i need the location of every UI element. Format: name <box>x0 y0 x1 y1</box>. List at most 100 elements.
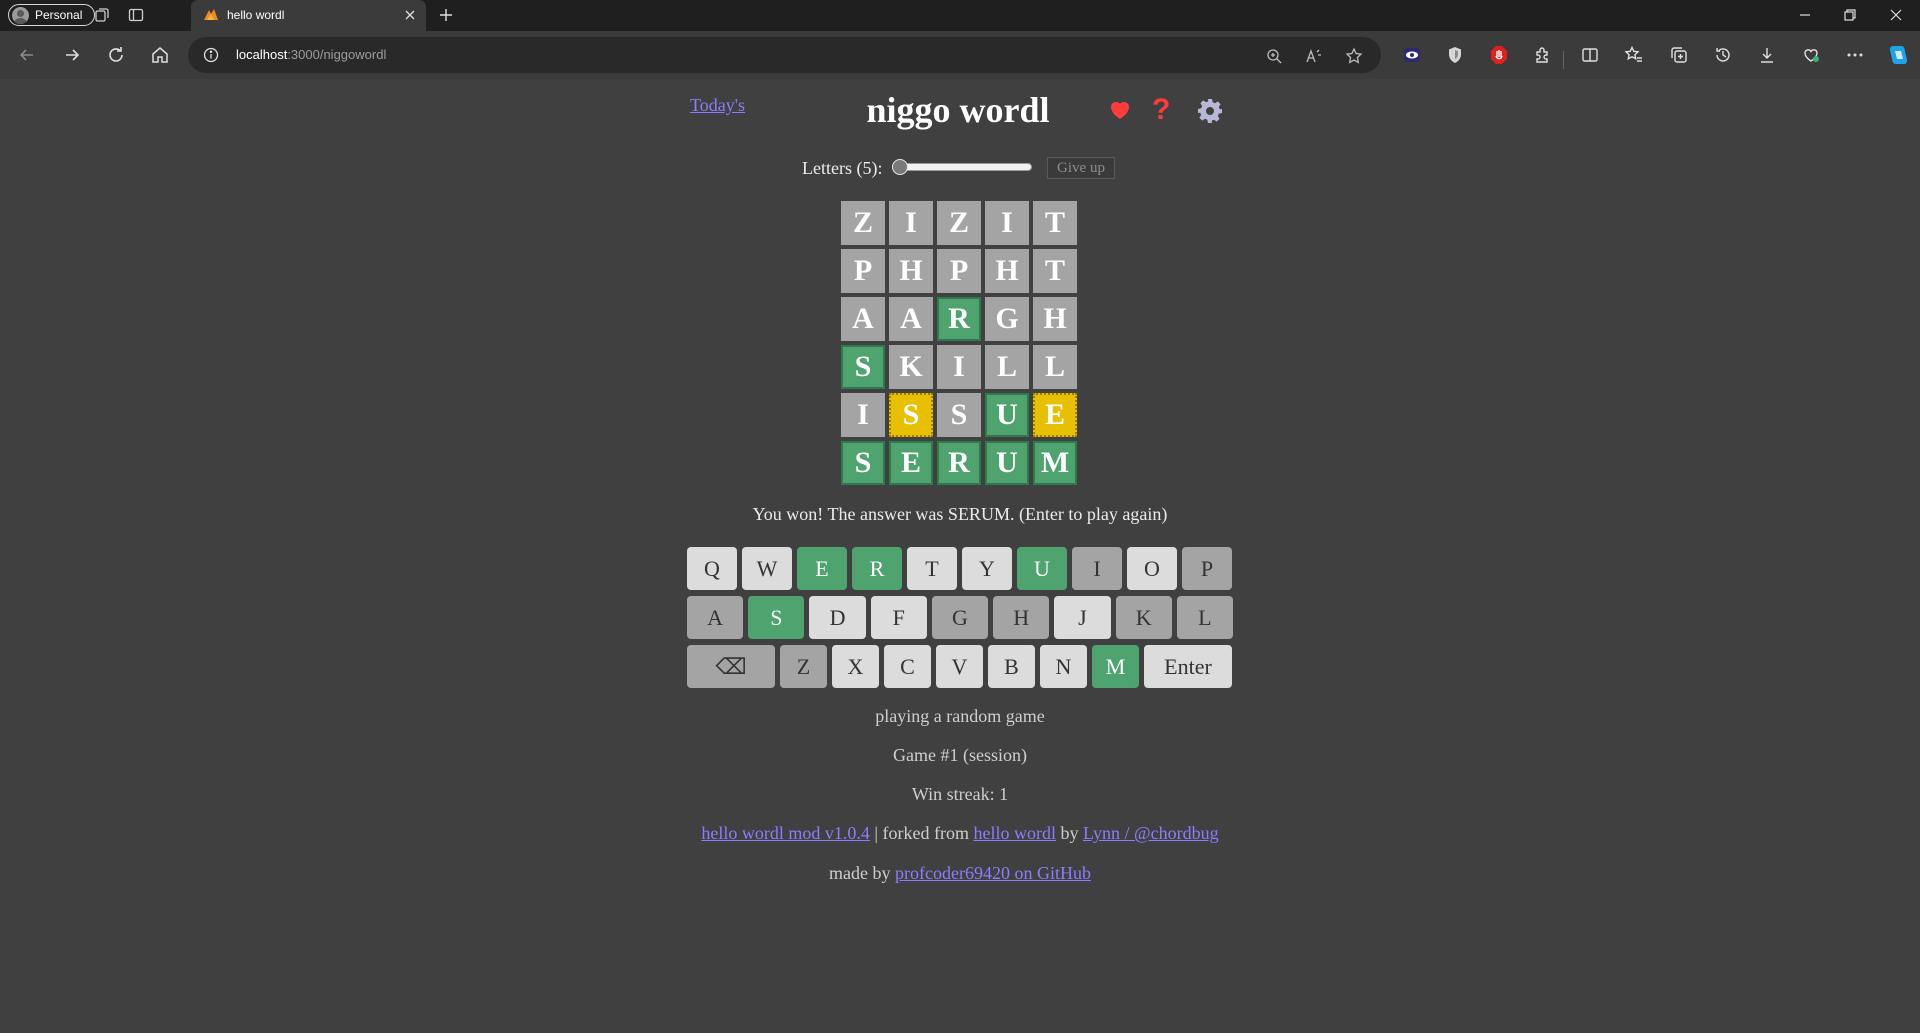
board-tile-correct: R <box>937 297 981 341</box>
github-link[interactable]: profcoder69420 on GitHub <box>895 863 1091 883</box>
give-up-button[interactable]: Give up <box>1047 157 1115 179</box>
zoom-icon[interactable] <box>1265 47 1283 65</box>
key-y[interactable]: Y <box>962 547 1012 590</box>
key-c[interactable]: C <box>884 645 931 688</box>
board-row: ZIZIT <box>841 201 1081 245</box>
key-j[interactable]: J <box>1054 596 1111 639</box>
board-tile-correct: U <box>985 441 1029 485</box>
todays-game-link[interactable]: Today's <box>690 95 745 116</box>
forward-icon[interactable] <box>62 45 82 65</box>
address-bar[interactable]: localhost:3000/niggowordl <box>188 37 1381 73</box>
key-r[interactable]: R <box>852 547 902 590</box>
by-text: by <box>1056 823 1083 843</box>
board-tile-absent: H <box>1033 297 1077 341</box>
letters-control: Letters (5): <box>802 156 1033 180</box>
adblock-extension-icon[interactable] <box>1489 45 1509 65</box>
key-a[interactable]: A <box>687 596 744 639</box>
help-icon[interactable]: ? <box>1152 95 1176 125</box>
board-tile-absent: I <box>841 393 885 437</box>
key-h[interactable]: H <box>993 596 1050 639</box>
board-tile-absent: T <box>1033 201 1077 245</box>
key-w[interactable]: W <box>742 547 792 590</box>
board-row: AARGH <box>841 297 1081 341</box>
key-u[interactable]: U <box>1017 547 1067 590</box>
url-text[interactable]: localhost:3000/niggowordl <box>236 47 386 62</box>
key-f[interactable]: F <box>870 596 927 639</box>
mod-version-link[interactable]: hello wordl mod v1.0.4 <box>701 823 870 843</box>
close-window-icon[interactable] <box>1889 8 1903 22</box>
backspace-key[interactable]: ⌫ <box>687 645 775 688</box>
home-icon[interactable] <box>150 45 170 65</box>
key-e[interactable]: E <box>797 547 847 590</box>
workspaces-icon[interactable] <box>94 7 110 23</box>
minimize-icon[interactable] <box>1798 8 1812 22</box>
game-title: niggo wordl <box>866 90 1050 130</box>
result-message: You won! The answer was SERUM. (Enter to… <box>752 504 1168 524</box>
eye-extension-icon[interactable] <box>1402 45 1422 65</box>
forked-from-text: | forked from <box>869 823 974 843</box>
favorites-icon[interactable] <box>1624 45 1644 65</box>
slider-thumb[interactable] <box>892 159 909 175</box>
key-i[interactable]: I <box>1072 547 1122 590</box>
slider-track <box>892 163 1033 171</box>
board-tile-correct: S <box>841 345 885 389</box>
browser-toolbar: localhost:3000/niggowordl <box>0 31 1920 79</box>
board-tile-absent: K <box>889 345 933 389</box>
made-by-line: made by profcoder69420 on GitHub <box>620 863 1300 884</box>
key-q[interactable]: Q <box>687 547 737 590</box>
key-z[interactable]: Z <box>780 645 827 688</box>
browser-tab-bar: Personal hello wordl <box>0 0 1920 31</box>
game-board: ZIZITPHPHTAARGHSKILLISSUESERUM <box>841 201 1081 489</box>
key-t[interactable]: T <box>907 547 957 590</box>
extensions-puzzle-icon[interactable] <box>1533 45 1553 65</box>
split-screen-icon[interactable] <box>1580 45 1600 65</box>
keyboard-row: ⌫ Z X C V B N M Enter <box>687 645 1233 688</box>
key-s[interactable]: S <box>748 596 805 639</box>
close-tab-icon[interactable] <box>402 7 418 23</box>
more-options-icon[interactable] <box>1845 45 1865 65</box>
enter-key[interactable]: Enter <box>1144 645 1232 688</box>
browser-essentials-icon[interactable] <box>1801 45 1821 65</box>
author-link[interactable]: Lynn / @chordbug <box>1083 823 1219 843</box>
back-icon[interactable] <box>17 45 37 65</box>
collections-icon[interactable] <box>1669 45 1689 65</box>
key-o[interactable]: O <box>1127 547 1177 590</box>
history-icon[interactable] <box>1713 45 1733 65</box>
board-tile-absent: L <box>1033 345 1077 389</box>
key-g[interactable]: G <box>931 596 989 639</box>
copilot-icon[interactable] <box>1886 43 1910 67</box>
downloads-icon[interactable] <box>1757 45 1777 65</box>
key-m[interactable]: M <box>1092 645 1139 688</box>
key-d[interactable]: D <box>809 596 866 639</box>
hello-wordl-link[interactable]: hello wordl <box>974 823 1057 843</box>
profile-button[interactable]: Personal <box>8 4 96 26</box>
tab-title: hello wordl <box>227 8 285 22</box>
board-row: ISSUE <box>841 393 1081 437</box>
credits-line: hello wordl mod v1.0.4 | forked from hel… <box>620 823 1300 844</box>
new-tab-icon[interactable] <box>438 7 454 23</box>
favorite-star-icon[interactable] <box>1345 47 1363 65</box>
key-v[interactable]: V <box>936 645 983 688</box>
toolbar-separator <box>1563 51 1564 69</box>
settings-gear-icon[interactable] <box>1196 97 1224 125</box>
key-l[interactable]: L <box>1176 596 1233 639</box>
key-b[interactable]: B <box>988 645 1035 688</box>
board-tile-absent: A <box>889 297 933 341</box>
shield-extension-icon[interactable] <box>1445 45 1465 65</box>
key-p[interactable]: P <box>1182 547 1232 590</box>
refresh-icon[interactable] <box>106 45 126 65</box>
key-x[interactable]: X <box>832 645 879 688</box>
heart-icon[interactable] <box>1108 98 1132 122</box>
letters-label: Letters (5): <box>802 157 883 178</box>
key-k[interactable]: K <box>1115 596 1172 639</box>
tab-actions-icon[interactable] <box>128 7 144 23</box>
tab-hello-wordl[interactable]: hello wordl <box>191 0 426 31</box>
board-tile-correct: U <box>985 393 1029 437</box>
board-tile-absent: Z <box>937 201 981 245</box>
board-tile-absent: I <box>937 345 981 389</box>
site-info-icon[interactable] <box>203 47 219 63</box>
read-aloud-icon[interactable] <box>1305 47 1323 65</box>
restore-icon[interactable] <box>1843 8 1857 22</box>
key-n[interactable]: N <box>1040 645 1087 688</box>
letters-slider[interactable] <box>892 156 1033 180</box>
